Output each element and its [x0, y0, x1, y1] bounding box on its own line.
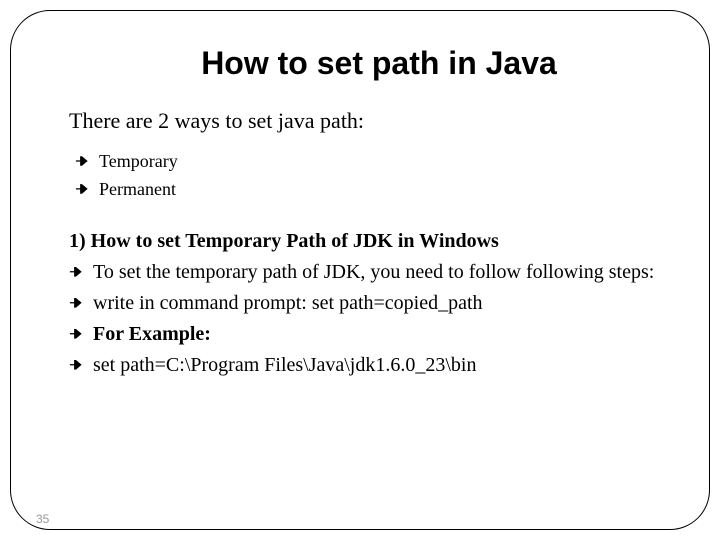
list-item: To set the temporary path of JDK, you ne… [69, 257, 659, 288]
slide-frame: How to set path in Java There are 2 ways… [10, 10, 710, 530]
page-number: 35 [36, 512, 49, 526]
list-item: set path=C:\Program Files\Java\jdk1.6.0_… [69, 350, 659, 381]
list-item: Permanent [75, 176, 659, 204]
section-heading: 1) How to set Temporary Path of JDK in W… [69, 230, 659, 253]
list-item: Temporary [75, 148, 659, 176]
list-item: For Example: [69, 319, 659, 350]
intro-text: There are 2 ways to set java path: [69, 108, 659, 134]
content-list: To set the temporary path of JDK, you ne… [69, 257, 659, 381]
slide-title: How to set path in Java [69, 45, 659, 82]
ways-list: Temporary Permanent [75, 148, 659, 204]
list-item: write in command prompt: set path=copied… [69, 288, 659, 319]
